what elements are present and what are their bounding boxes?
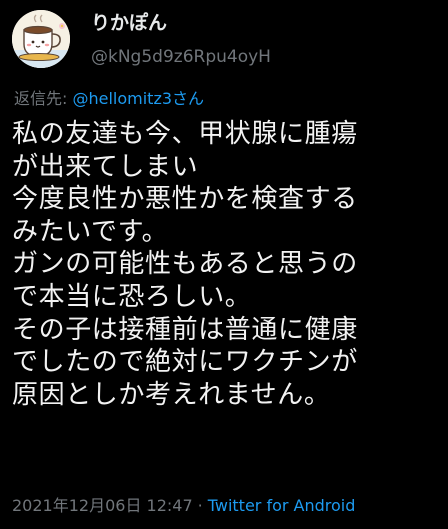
tweet-source-link[interactable]: Twitter for Android	[208, 496, 356, 515]
reply-context: 返信先: @hellomitz3さん	[14, 88, 204, 110]
tweet-meta: 2021年12月06日 12:47 · Twitter for Android	[12, 495, 355, 517]
reply-prefix: 返信先:	[14, 89, 73, 108]
tweet-timestamp[interactable]: 2021年12月06日 12:47	[12, 496, 193, 515]
tweet-body-line: その子は接種前は普通に健康	[12, 314, 358, 345]
author-handle[interactable]: @kNg5d9z6Rpu4oyH	[91, 46, 271, 68]
author-display-name[interactable]: りかぽん	[91, 11, 167, 35]
tweet-body-line: で本当に恐ろしい。	[12, 281, 252, 312]
tweet-body-line: 原因としか考えれません。	[12, 379, 331, 410]
tweet-body-line: ガンの可能性もあると思うの	[12, 249, 358, 280]
tweet-body-line: が出来てしまい	[12, 151, 199, 182]
tweet-body-line: みたいです。	[12, 216, 169, 247]
tweet-body-line: 今度良性か悪性かを検査する	[12, 184, 358, 215]
tweet-body-line: 私の友達も今、甲状腺に腫瘍	[12, 119, 358, 149]
tweet-body: 私の友達も今、甲状腺に腫瘍 が出来てしまい 今度良性か悪性かを検査する みたいで…	[12, 118, 444, 411]
reply-mention-link[interactable]: @hellomitz3さん	[72, 89, 204, 108]
avatar[interactable]	[12, 10, 70, 68]
meta-separator: ·	[197, 496, 203, 515]
tweet: りかぽん @kNg5d9z6Rpu4oyH 返信先: @hellomitz3さん…	[0, 0, 448, 529]
tweet-body-line: でしたので絶対にワクチンが	[12, 347, 358, 378]
coffee-cup-mascot-icon	[12, 10, 70, 68]
